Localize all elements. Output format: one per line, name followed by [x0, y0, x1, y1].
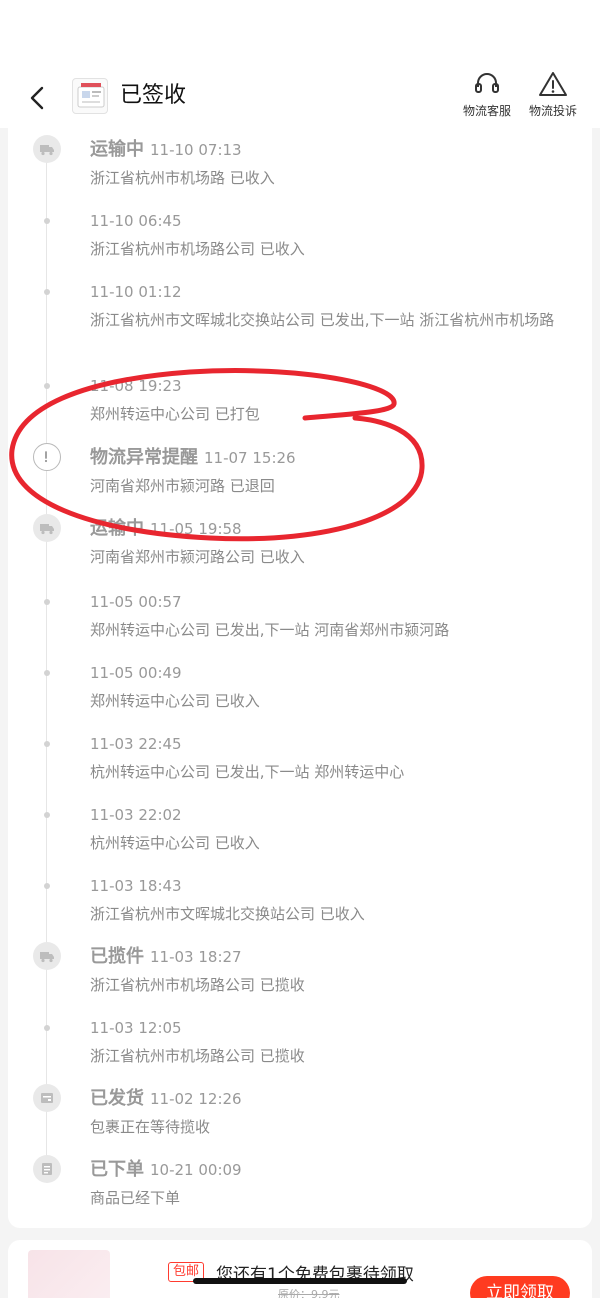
event-time: 11-03 22:02 [90, 806, 182, 824]
event-description: 郑州转运中心公司 已收入 [90, 692, 260, 710]
event-time: 10-21 00:09 [150, 1161, 242, 1179]
logistics-complaint-button[interactable]: 物流投诉 [518, 70, 588, 126]
event-description: 河南省郑州市颍河路 已退回 [90, 477, 275, 495]
timeline-dot [44, 218, 50, 224]
timeline-dot [44, 289, 50, 295]
event-status: 已发货 [90, 1088, 144, 1109]
event-time: 11-05 19:58 [150, 520, 242, 538]
event-time: 11-07 15:26 [204, 449, 296, 467]
event-time: 11-03 18:27 [150, 948, 242, 966]
timeline-dot [44, 670, 50, 676]
exclamation-icon [44, 451, 48, 463]
truck-badge [33, 942, 61, 970]
package-icon [41, 1093, 53, 1103]
event-time: 11-10 07:13 [150, 141, 242, 159]
timeline-dot [44, 599, 50, 605]
timeline-dot [44, 883, 50, 889]
promo-image [28, 1250, 110, 1298]
chevron-left-icon [30, 86, 44, 110]
event-description: 杭州转运中心公司 已发出,下一站 郑州转运中心 [90, 763, 405, 781]
product-image [77, 83, 105, 108]
logistics-service-button[interactable]: 物流客服 [452, 70, 522, 126]
claim-now-button[interactable]: 立即领取 [470, 1276, 570, 1298]
event-status: 物流异常提醒 [90, 447, 198, 468]
event-time: 11-05 00:49 [90, 664, 182, 682]
event-status: 已下单 [90, 1159, 144, 1180]
alert-badge [33, 443, 61, 471]
order-badge [33, 1155, 61, 1183]
product-thumbnail[interactable] [72, 78, 108, 114]
home-indicator[interactable] [193, 1278, 407, 1284]
timeline-dot [44, 812, 50, 818]
event-description: 浙江省杭州市文晖城北交换站公司 已发出,下一站 浙江省杭州市机场路 [90, 311, 555, 329]
event-status: 运输中 [90, 139, 144, 160]
event-description: 商品已经下单 [90, 1189, 181, 1207]
free-package-banner[interactable]: 包邮 您还有1个免费包裹待领取 原价：9.9元 立即领取 [8, 1240, 592, 1298]
event-time: 11-10 06:45 [90, 212, 182, 230]
timeline-dot [44, 741, 50, 747]
event-description: 浙江省杭州市机场路 已收入 [90, 169, 275, 187]
event-status: 已揽件 [90, 946, 144, 967]
event-time: 11-02 12:26 [150, 1090, 242, 1108]
truck-icon [40, 524, 54, 535]
logistics-timeline-card: 运输中 11-10 07:13 浙江省杭州市机场路 已收入 11-10 06:45… [8, 128, 592, 1228]
event-description: 浙江省杭州市机场路公司 已揽收 [90, 976, 305, 994]
status-bar-area [0, 0, 600, 70]
document-icon [42, 1163, 52, 1175]
event-time: 11-10 01:12 [90, 283, 182, 301]
logistics-complaint-label: 物流投诉 [528, 104, 577, 118]
truck-badge [33, 135, 61, 163]
event-description: 杭州转运中心公司 已收入 [90, 834, 260, 852]
header-bar: 已签收 物流客服 物流投诉 [0, 70, 600, 128]
event-description: 浙江省杭州市机场路公司 已揽收 [90, 1047, 305, 1065]
truck-icon [40, 952, 54, 963]
event-status: 运输中 [90, 518, 144, 539]
event-description: 浙江省杭州市文晖城北交换站公司 已收入 [90, 905, 365, 923]
event-time: 11-03 12:05 [90, 1019, 182, 1037]
event-time: 11-05 00:57 [90, 593, 182, 611]
timeline-dot [44, 1025, 50, 1031]
logistics-service-label: 物流客服 [462, 104, 511, 118]
event-time: 11-03 18:43 [90, 877, 182, 895]
event-description: 浙江省杭州市机场路公司 已收入 [90, 240, 305, 258]
page-title: 已签收 [120, 83, 187, 108]
back-button[interactable] [18, 78, 58, 118]
event-description: 郑州转运中心公司 已打包 [90, 405, 260, 423]
event-description: 河南省郑州市颍河路公司 已收入 [90, 548, 305, 566]
truck-icon [40, 145, 54, 156]
warning-triangle-icon [539, 72, 567, 96]
original-price: 原价：9.9元 [278, 1288, 340, 1298]
event-description: 郑州转运中心公司 已发出,下一站 河南省郑州市颍河路 [90, 621, 450, 639]
event-time: 11-08 19:23 [90, 377, 182, 395]
truck-badge [33, 514, 61, 542]
box-badge [33, 1084, 61, 1112]
timeline-dot [44, 383, 50, 389]
headset-icon [475, 73, 499, 93]
event-description: 包裹正在等待揽收 [90, 1118, 211, 1136]
event-time: 11-03 22:45 [90, 735, 182, 753]
